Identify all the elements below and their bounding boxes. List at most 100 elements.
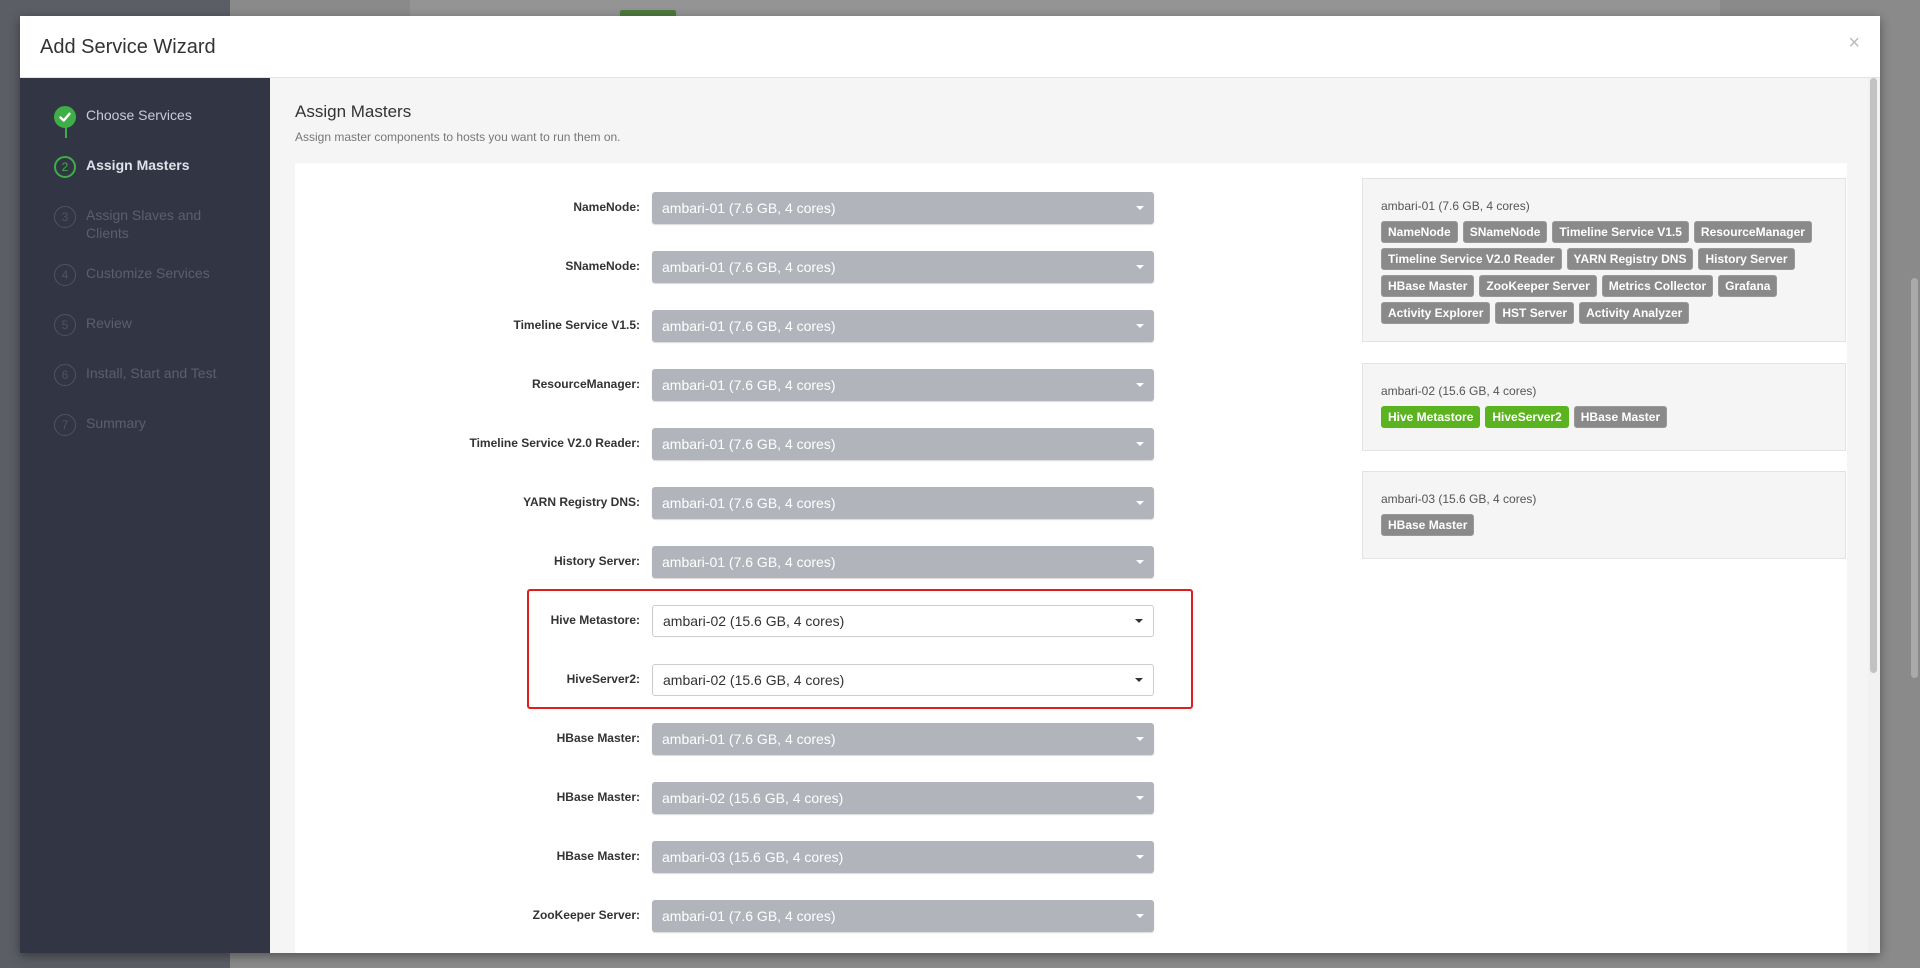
host-select[interactable]: ambari-01 (7.6 GB, 4 cores) xyxy=(652,428,1154,460)
step-number: 3 xyxy=(54,206,76,228)
host-select[interactable]: ambari-03 (15.6 GB, 4 cores) xyxy=(652,841,1154,873)
step-number: 5 xyxy=(54,314,76,336)
host-select[interactable]: ambari-01 (7.6 GB, 4 cores) xyxy=(652,369,1154,401)
component-label: HiveServer2: xyxy=(566,672,640,686)
host-name: ambari-01 (7.6 GB, 4 cores) xyxy=(1381,199,1530,213)
component-tags: Hive Metastore HiveServer2 HBase Master xyxy=(1381,406,1827,433)
component-tag: ResourceManager xyxy=(1693,221,1812,243)
host-select-value: ambari-01 (7.6 GB, 4 cores) xyxy=(662,200,836,216)
component-tag: Metrics Collector xyxy=(1601,275,1714,297)
host-select-value: ambari-01 (7.6 GB, 4 cores) xyxy=(662,908,836,924)
step-number: 7 xyxy=(54,414,76,436)
component-tag: Grafana xyxy=(1718,275,1778,297)
step-label: Assign Slaves and Clients xyxy=(86,207,202,241)
component-label: HBase Master: xyxy=(556,731,640,745)
component-tag: Activity Explorer xyxy=(1381,302,1491,324)
component-tags: NameNode SNameNode Timeline Service V1.5… xyxy=(1381,221,1827,329)
assignment-row: Timeline Service V2.0 Reader: ambari-01 … xyxy=(295,428,1195,462)
caret-down-icon xyxy=(1135,678,1143,682)
step-assign-slaves: 3 Assign Slaves and Clients xyxy=(54,206,236,241)
host-select[interactable]: ambari-01 (7.6 GB, 4 cores) xyxy=(652,487,1154,519)
modal-title: Add Service Wizard xyxy=(40,36,216,58)
component-label: ResourceManager: xyxy=(531,377,640,391)
step-summary: 7 Summary xyxy=(54,414,236,444)
assignment-row: HiveServer2: ambari-02 (15.6 GB, 4 cores… xyxy=(295,664,1195,698)
step-review: 5 Review xyxy=(54,314,236,344)
caret-down-icon xyxy=(1136,324,1144,328)
wizard-steps-nav: Choose Services 2 Assign Masters 3 Assig… xyxy=(20,78,270,953)
modal-header: Add Service Wizard × xyxy=(20,16,1880,78)
assignment-row: HBase Master: ambari-01 (7.6 GB, 4 cores… xyxy=(295,723,1195,757)
assignment-row: Hive Metastore: ambari-02 (15.6 GB, 4 co… xyxy=(295,605,1195,639)
step-label: Install, Start and Test xyxy=(86,365,217,381)
host-select[interactable]: ambari-01 (7.6 GB, 4 cores) xyxy=(652,723,1154,755)
modal-body: Choose Services 2 Assign Masters 3 Assig… xyxy=(20,78,1880,953)
close-icon[interactable]: × xyxy=(1848,32,1860,55)
component-tag: HST Server xyxy=(1495,302,1575,324)
step-label: Summary xyxy=(86,415,146,431)
component-label: Timeline Service V2.0 Reader: xyxy=(469,436,640,450)
component-label: Hive Metastore: xyxy=(550,613,640,627)
host-select[interactable]: ambari-01 (7.6 GB, 4 cores) xyxy=(652,251,1154,283)
host-select-value: ambari-02 (15.6 GB, 4 cores) xyxy=(663,672,845,688)
assignment-row: YARN Registry DNS: ambari-01 (7.6 GB, 4 … xyxy=(295,487,1195,521)
caret-down-icon xyxy=(1135,619,1143,623)
host-select[interactable]: ambari-01 (7.6 GB, 4 cores) xyxy=(652,192,1154,224)
host-select[interactable]: ambari-02 (15.6 GB, 4 cores) xyxy=(652,782,1154,814)
caret-down-icon xyxy=(1136,796,1144,800)
host-select-hive-metastore[interactable]: ambari-02 (15.6 GB, 4 cores) xyxy=(652,605,1154,637)
host-name: ambari-03 (15.6 GB, 4 cores) xyxy=(1381,492,1537,506)
component-tag: HBase Master xyxy=(1381,275,1475,297)
host-name: ambari-02 (15.6 GB, 4 cores) xyxy=(1381,384,1537,398)
assignment-row: NameNode: ambari-01 (7.6 GB, 4 cores) xyxy=(295,192,1195,226)
page-title: Assign Masters xyxy=(295,102,412,121)
host-select-hiveserver2[interactable]: ambari-02 (15.6 GB, 4 cores) xyxy=(652,664,1154,696)
host-select-value: ambari-03 (15.6 GB, 4 cores) xyxy=(662,849,844,865)
caret-down-icon xyxy=(1136,206,1144,210)
assignment-row: ResourceManager: ambari-01 (7.6 GB, 4 co… xyxy=(295,369,1195,403)
step-number: 4 xyxy=(54,264,76,286)
component-label: HBase Master: xyxy=(556,849,640,863)
host-select-value: ambari-02 (15.6 GB, 4 cores) xyxy=(663,613,845,629)
content-scrollbar-thumb[interactable] xyxy=(1870,78,1877,673)
component-label: NameNode: xyxy=(573,200,640,214)
host-summary-ambari-01: ambari-01 (7.6 GB, 4 cores) NameNode SNa… xyxy=(1362,178,1846,342)
caret-down-icon xyxy=(1136,383,1144,387)
component-tag: SNameNode xyxy=(1462,221,1548,243)
caret-down-icon xyxy=(1136,265,1144,269)
host-select-value: ambari-01 (7.6 GB, 4 cores) xyxy=(662,554,836,570)
component-tag: NameNode xyxy=(1381,221,1458,243)
component-tag: YARN Registry DNS xyxy=(1566,248,1694,270)
content-scrollbar[interactable] xyxy=(1868,78,1880,953)
component-tag: Timeline Service V2.0 Reader xyxy=(1381,248,1562,270)
step-label: Customize Services xyxy=(86,265,210,281)
step-assign-masters[interactable]: 2 Assign Masters xyxy=(54,156,236,186)
host-select-value: ambari-01 (7.6 GB, 4 cores) xyxy=(662,259,836,275)
step-choose-services[interactable]: Choose Services xyxy=(54,106,236,136)
component-tag-new: HiveServer2 xyxy=(1485,406,1569,428)
assignment-row: HBase Master: ambari-03 (15.6 GB, 4 core… xyxy=(295,841,1195,875)
component-label: HBase Master: xyxy=(556,790,640,804)
component-tag: Activity Analyzer xyxy=(1579,302,1690,324)
host-summary-ambari-02: ambari-02 (15.6 GB, 4 cores) Hive Metast… xyxy=(1362,363,1846,451)
page-scrollbar-thumb[interactable] xyxy=(1911,278,1918,678)
step-customize-services: 4 Customize Services xyxy=(54,264,236,294)
component-label: Timeline Service V1.5: xyxy=(513,318,640,332)
assignment-row: SNameNode: ambari-01 (7.6 GB, 4 cores) xyxy=(295,251,1195,285)
caret-down-icon xyxy=(1136,501,1144,505)
host-select-value: ambari-01 (7.6 GB, 4 cores) xyxy=(662,318,836,334)
host-select[interactable]: ambari-01 (7.6 GB, 4 cores) xyxy=(652,900,1154,932)
component-tag-new: Hive Metastore xyxy=(1381,406,1481,428)
component-label: History Server: xyxy=(553,554,640,568)
component-tag: Timeline Service V1.5 xyxy=(1552,221,1689,243)
component-label: YARN Registry DNS: xyxy=(523,495,640,509)
step-number: 2 xyxy=(54,156,76,178)
assign-masters-panel: NameNode: ambari-01 (7.6 GB, 4 cores) SN… xyxy=(295,163,1847,953)
host-summary-ambari-03: ambari-03 (15.6 GB, 4 cores) HBase Maste… xyxy=(1362,471,1846,559)
host-select[interactable]: ambari-01 (7.6 GB, 4 cores) xyxy=(652,310,1154,342)
component-tags: HBase Master xyxy=(1381,514,1827,541)
host-select-value: ambari-01 (7.6 GB, 4 cores) xyxy=(662,495,836,511)
step-number: 6 xyxy=(54,364,76,386)
host-select[interactable]: ambari-01 (7.6 GB, 4 cores) xyxy=(652,546,1154,578)
caret-down-icon xyxy=(1136,560,1144,564)
